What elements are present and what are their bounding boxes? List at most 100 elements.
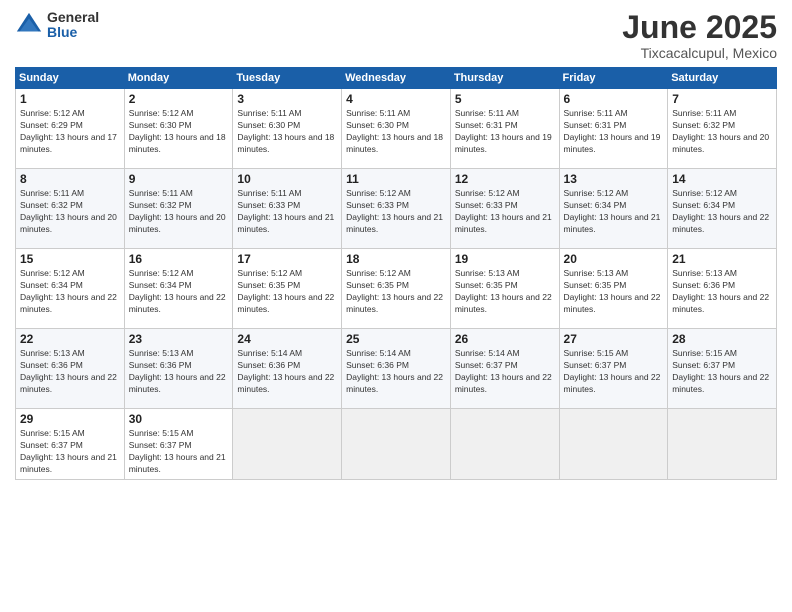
day-info: Sunrise: 5:14 AM Sunset: 6:37 PM Dayligh…: [455, 348, 555, 396]
sunset-label: Sunset: 6:37 PM: [129, 440, 192, 450]
day-info: Sunrise: 5:12 AM Sunset: 6:34 PM Dayligh…: [129, 268, 229, 316]
calendar-table: SundayMondayTuesdayWednesdayThursdayFrid…: [15, 67, 777, 480]
daylight-label: Daylight: 13 hours and 22 minutes.: [564, 292, 661, 314]
sunrise-label: Sunrise: 5:11 AM: [20, 188, 84, 198]
day-number: 5: [455, 92, 555, 106]
calendar-cell: 25 Sunrise: 5:14 AM Sunset: 6:36 PM Dayl…: [342, 329, 451, 409]
day-info: Sunrise: 5:15 AM Sunset: 6:37 PM Dayligh…: [129, 428, 229, 476]
sunset-label: Sunset: 6:33 PM: [455, 200, 518, 210]
daylight-label: Daylight: 13 hours and 20 minutes.: [20, 212, 117, 234]
sunrise-label: Sunrise: 5:12 AM: [237, 268, 302, 278]
weekday-header: Thursday: [450, 68, 559, 89]
day-number: 11: [346, 172, 446, 186]
day-number: 21: [672, 252, 772, 266]
calendar-cell: 6 Sunrise: 5:11 AM Sunset: 6:31 PM Dayli…: [559, 89, 668, 169]
day-info: Sunrise: 5:15 AM Sunset: 6:37 PM Dayligh…: [672, 348, 772, 396]
calendar-cell: [233, 409, 342, 480]
day-info: Sunrise: 5:11 AM Sunset: 6:30 PM Dayligh…: [346, 108, 446, 156]
calendar-cell: 13 Sunrise: 5:12 AM Sunset: 6:34 PM Dayl…: [559, 169, 668, 249]
sunset-label: Sunset: 6:37 PM: [564, 360, 627, 370]
day-info: Sunrise: 5:11 AM Sunset: 6:32 PM Dayligh…: [672, 108, 772, 156]
calendar-cell: 22 Sunrise: 5:13 AM Sunset: 6:36 PM Dayl…: [16, 329, 125, 409]
sunset-label: Sunset: 6:36 PM: [129, 360, 192, 370]
daylight-label: Daylight: 13 hours and 19 minutes.: [564, 132, 661, 154]
day-number: 12: [455, 172, 555, 186]
calendar-week-row: 15 Sunrise: 5:12 AM Sunset: 6:34 PM Dayl…: [16, 249, 777, 329]
calendar-cell: 10 Sunrise: 5:11 AM Sunset: 6:33 PM Dayl…: [233, 169, 342, 249]
day-info: Sunrise: 5:13 AM Sunset: 6:36 PM Dayligh…: [672, 268, 772, 316]
weekday-header: Tuesday: [233, 68, 342, 89]
day-number: 1: [20, 92, 120, 106]
day-info: Sunrise: 5:12 AM Sunset: 6:35 PM Dayligh…: [346, 268, 446, 316]
logo-text: General Blue: [47, 10, 99, 41]
day-info: Sunrise: 5:15 AM Sunset: 6:37 PM Dayligh…: [564, 348, 664, 396]
month-year: June 2025: [622, 10, 777, 45]
daylight-label: Daylight: 13 hours and 20 minutes.: [129, 212, 226, 234]
daylight-label: Daylight: 13 hours and 22 minutes.: [346, 372, 443, 394]
calendar-cell: 3 Sunrise: 5:11 AM Sunset: 6:30 PM Dayli…: [233, 89, 342, 169]
calendar-cell: 30 Sunrise: 5:15 AM Sunset: 6:37 PM Dayl…: [124, 409, 233, 480]
day-info: Sunrise: 5:11 AM Sunset: 6:30 PM Dayligh…: [237, 108, 337, 156]
daylight-label: Daylight: 13 hours and 22 minutes.: [20, 292, 117, 314]
day-info: Sunrise: 5:11 AM Sunset: 6:33 PM Dayligh…: [237, 188, 337, 236]
calendar-cell: [450, 409, 559, 480]
calendar-cell: [559, 409, 668, 480]
day-number: 17: [237, 252, 337, 266]
calendar-cell: 28 Sunrise: 5:15 AM Sunset: 6:37 PM Dayl…: [668, 329, 777, 409]
sunset-label: Sunset: 6:30 PM: [129, 120, 192, 130]
calendar-cell: 7 Sunrise: 5:11 AM Sunset: 6:32 PM Dayli…: [668, 89, 777, 169]
day-info: Sunrise: 5:12 AM Sunset: 6:34 PM Dayligh…: [672, 188, 772, 236]
page: General Blue June 2025 Tixcacalcupul, Me…: [0, 0, 792, 612]
sunrise-label: Sunrise: 5:11 AM: [455, 108, 519, 118]
day-number: 16: [129, 252, 229, 266]
day-info: Sunrise: 5:12 AM Sunset: 6:34 PM Dayligh…: [20, 268, 120, 316]
calendar-cell: 17 Sunrise: 5:12 AM Sunset: 6:35 PM Dayl…: [233, 249, 342, 329]
day-info: Sunrise: 5:12 AM Sunset: 6:33 PM Dayligh…: [455, 188, 555, 236]
day-info: Sunrise: 5:12 AM Sunset: 6:29 PM Dayligh…: [20, 108, 120, 156]
calendar-cell: 15 Sunrise: 5:12 AM Sunset: 6:34 PM Dayl…: [16, 249, 125, 329]
daylight-label: Daylight: 13 hours and 22 minutes.: [20, 372, 117, 394]
sunset-label: Sunset: 6:35 PM: [455, 280, 518, 290]
daylight-label: Daylight: 13 hours and 20 minutes.: [672, 132, 769, 154]
sunrise-label: Sunrise: 5:12 AM: [20, 108, 85, 118]
day-info: Sunrise: 5:12 AM Sunset: 6:33 PM Dayligh…: [346, 188, 446, 236]
calendar-cell: [668, 409, 777, 480]
calendar-cell: 19 Sunrise: 5:13 AM Sunset: 6:35 PM Dayl…: [450, 249, 559, 329]
calendar-week-row: 8 Sunrise: 5:11 AM Sunset: 6:32 PM Dayli…: [16, 169, 777, 249]
sunrise-label: Sunrise: 5:11 AM: [672, 108, 736, 118]
day-number: 19: [455, 252, 555, 266]
sunrise-label: Sunrise: 5:15 AM: [564, 348, 629, 358]
day-number: 23: [129, 332, 229, 346]
sunset-label: Sunset: 6:37 PM: [672, 360, 735, 370]
calendar-cell: 26 Sunrise: 5:14 AM Sunset: 6:37 PM Dayl…: [450, 329, 559, 409]
day-number: 30: [129, 412, 229, 426]
calendar-cell: 4 Sunrise: 5:11 AM Sunset: 6:30 PM Dayli…: [342, 89, 451, 169]
sunset-label: Sunset: 6:37 PM: [20, 440, 83, 450]
day-number: 2: [129, 92, 229, 106]
day-info: Sunrise: 5:11 AM Sunset: 6:32 PM Dayligh…: [20, 188, 120, 236]
sunset-label: Sunset: 6:33 PM: [237, 200, 300, 210]
sunrise-label: Sunrise: 5:15 AM: [129, 428, 194, 438]
sunrise-label: Sunrise: 5:14 AM: [455, 348, 520, 358]
daylight-label: Daylight: 13 hours and 21 minutes.: [20, 452, 117, 474]
header: General Blue June 2025 Tixcacalcupul, Me…: [15, 10, 777, 61]
daylight-label: Daylight: 13 hours and 17 minutes.: [20, 132, 117, 154]
sunrise-label: Sunrise: 5:11 AM: [237, 188, 301, 198]
daylight-label: Daylight: 13 hours and 21 minutes.: [564, 212, 661, 234]
day-number: 7: [672, 92, 772, 106]
day-number: 13: [564, 172, 664, 186]
sunrise-label: Sunrise: 5:12 AM: [455, 188, 520, 198]
day-number: 29: [20, 412, 120, 426]
sunset-label: Sunset: 6:30 PM: [346, 120, 409, 130]
day-number: 3: [237, 92, 337, 106]
sunset-label: Sunset: 6:35 PM: [237, 280, 300, 290]
daylight-label: Daylight: 13 hours and 21 minutes.: [455, 212, 552, 234]
calendar-week-row: 1 Sunrise: 5:12 AM Sunset: 6:29 PM Dayli…: [16, 89, 777, 169]
sunset-label: Sunset: 6:31 PM: [564, 120, 627, 130]
calendar-cell: 5 Sunrise: 5:11 AM Sunset: 6:31 PM Dayli…: [450, 89, 559, 169]
sunrise-label: Sunrise: 5:15 AM: [20, 428, 85, 438]
logo-blue: Blue: [47, 25, 99, 40]
sunrise-label: Sunrise: 5:12 AM: [672, 188, 737, 198]
sunrise-label: Sunrise: 5:11 AM: [129, 188, 193, 198]
sunrise-label: Sunrise: 5:11 AM: [237, 108, 301, 118]
